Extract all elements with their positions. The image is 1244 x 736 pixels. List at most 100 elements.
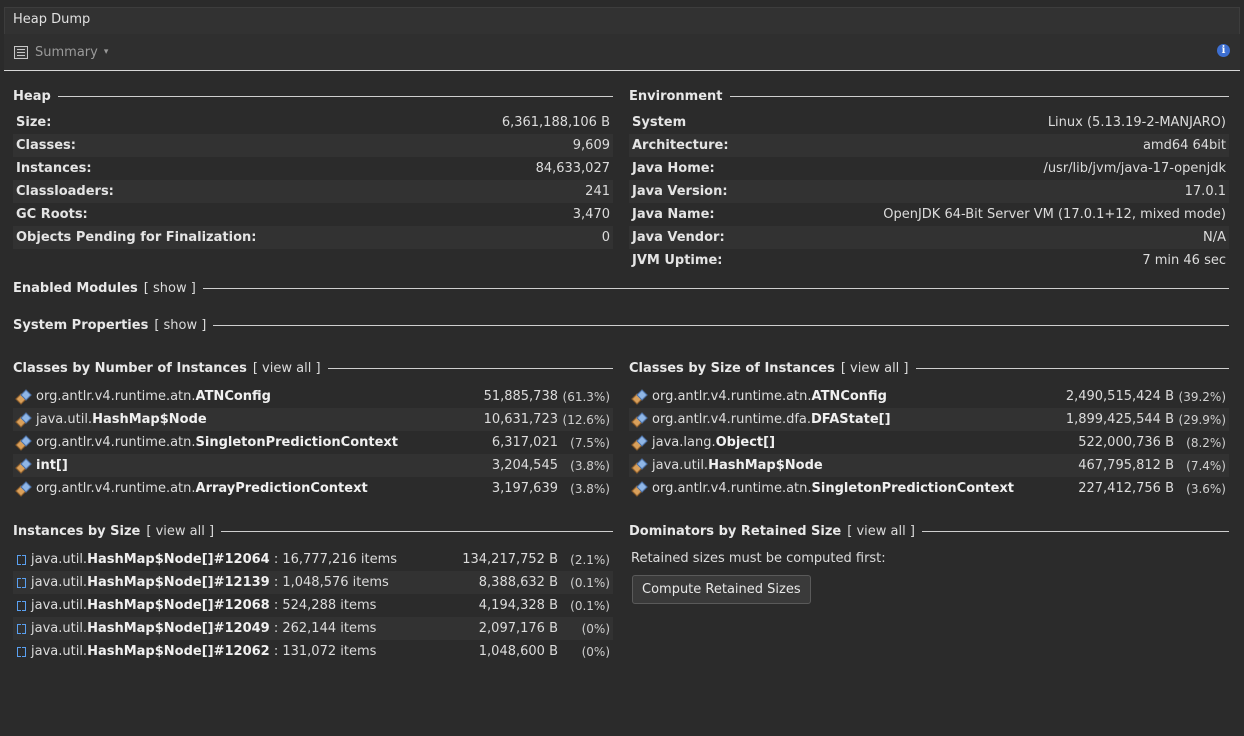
kv-key: Java Home: [632, 161, 715, 176]
class-name[interactable]: org.antlr.v4.runtime.dfa.DFAState[] [652, 412, 891, 427]
kv-row: Architecture: amd64 64bit [629, 134, 1229, 157]
instance-percent: (2.1%) [570, 552, 610, 567]
instance-percent: (0.1%) [570, 575, 610, 590]
kv-row: Java Name: OpenJDK 64-Bit Server VM (17.0… [629, 203, 1229, 226]
class-row[interactable]: int[] 3,204,545 (3.8%) [13, 454, 613, 477]
class-row[interactable]: java.util.HashMap$Node 467,795,812 B (7.4%… [629, 454, 1229, 477]
instance-package: java.util. [31, 575, 88, 590]
classes-by-size-table: org.antlr.v4.runtime.atn.ATNConfig 2,490,… [629, 385, 1229, 500]
class-count: 51,885,738 [483, 389, 558, 404]
instance-row[interactable]: java.util.HashMap$Node[]#12064 : 16,777,… [13, 548, 613, 571]
view-selector-label: Summary [35, 44, 98, 60]
modules-section-header: Enabled Modules [ show ] [13, 278, 1229, 298]
instance-items: : 1,048,576 items [269, 575, 389, 590]
instance-items: : 524,288 items [269, 598, 377, 613]
instance-name[interactable]: java.util.HashMap$Node[]#12139 : 1,048,5… [31, 575, 389, 590]
instances-by-size-title: Instances by Size [13, 523, 141, 539]
instance-row[interactable]: java.util.HashMap$Node[]#12139 : 1,048,5… [13, 571, 613, 594]
class-name[interactable]: int[] [36, 458, 68, 473]
class-size: 522,000,736 B [1078, 435, 1174, 450]
class-row[interactable]: java.lang.Object[] 522,000,736 B (8.2%) [629, 431, 1229, 454]
view-all-link-wrap: [ view all ] [146, 523, 215, 539]
class-icon [15, 388, 32, 405]
class-size: 2,490,515,424 B [1065, 389, 1174, 404]
retained-sizes-message: Retained sizes must be computed first: [631, 551, 886, 566]
class-simple-name: int[] [36, 458, 68, 473]
classes-by-size-view-all-link[interactable]: view all [850, 361, 899, 376]
instance-size: 134,217,752 B [462, 552, 558, 567]
class-percent: (29.9%) [1178, 412, 1226, 427]
instance-row[interactable]: java.util.HashMap$Node[]#12068 : 524,288… [13, 594, 613, 617]
instance-items: : 131,072 items [269, 644, 377, 659]
class-row[interactable]: org.antlr.v4.runtime.dfa.DFAState[] 1,899… [629, 408, 1229, 431]
class-name[interactable]: org.antlr.v4.runtime.atn.ATNConfig [652, 389, 887, 404]
class-percent: (61.3%) [562, 389, 610, 404]
instances-by-size-table: java.util.HashMap$Node[]#12064 : 16,777,… [13, 548, 613, 663]
class-row[interactable]: org.antlr.v4.runtime.atn.ATNConfig 51,885… [13, 385, 613, 408]
instance-size: 1,048,600 B [478, 644, 558, 659]
kv-row: Size: 6,361,188,106 B [13, 111, 613, 134]
modules-title: Enabled Modules [13, 280, 138, 296]
instance-name[interactable]: java.util.HashMap$Node[]#12062 : 131,072… [31, 644, 376, 659]
kv-key: Instances: [16, 161, 92, 176]
classes-by-size-header: Classes by Size of Instances [ view all … [629, 358, 1229, 378]
class-name[interactable]: org.antlr.v4.runtime.atn.ATNConfig [36, 389, 271, 404]
kv-value: 3,470 [572, 207, 610, 222]
class-row[interactable]: org.antlr.v4.runtime.atn.SingletonPredic… [629, 477, 1229, 500]
class-row[interactable]: org.antlr.v4.runtime.atn.ArrayPrediction… [13, 477, 613, 500]
info-icon[interactable]: i [1217, 44, 1230, 57]
class-icon [631, 480, 648, 497]
class-name[interactable]: org.antlr.v4.runtime.atn.SingletonPredic… [36, 435, 398, 450]
instance-id: HashMap$Node[]#12064 [87, 552, 270, 567]
class-name[interactable]: java.lang.Object[] [652, 435, 775, 450]
environment-table: System Linux (5.13.19-2-MANJARO) Architect… [629, 111, 1229, 272]
class-count: 3,197,639 [491, 481, 558, 496]
section-divider [202, 287, 1229, 289]
instance-row[interactable]: java.util.HashMap$Node[]#12049 : 262,144… [13, 617, 613, 640]
class-name[interactable]: java.util.HashMap$Node [36, 412, 207, 427]
kv-key: Java Vendor: [632, 230, 725, 245]
section-divider [57, 95, 613, 97]
class-row[interactable]: org.antlr.v4.runtime.atn.ATNConfig 2,490,… [629, 385, 1229, 408]
instance-row[interactable]: java.util.HashMap$Node[]#12062 : 131,072… [13, 640, 613, 663]
dominators-title: Dominators by Retained Size [629, 523, 842, 539]
kv-row: Instances: 84,633,027 [13, 157, 613, 180]
kv-row: Java Version: 17.0.1 [629, 180, 1229, 203]
class-percent: (3.8%) [570, 458, 610, 473]
classes-by-count-header: Classes by Number of Instances [ view al… [13, 358, 613, 378]
instance-size: 8,388,632 B [478, 575, 558, 590]
kv-value: N/A [1203, 230, 1226, 245]
class-percent: (39.2%) [1178, 389, 1226, 404]
classes-by-count-view-all-link[interactable]: view all [262, 361, 311, 376]
class-row[interactable]: java.util.HashMap$Node 10,631,723 (12.6%) [13, 408, 613, 431]
class-name[interactable]: java.util.HashMap$Node [652, 458, 823, 473]
compute-retained-sizes-button[interactable]: Compute Retained Sizes [632, 575, 811, 604]
sysprops-show-link[interactable]: show [164, 318, 198, 333]
class-package: org.antlr.v4.runtime.atn. [36, 435, 196, 450]
instance-id: HashMap$Node[]#12068 [87, 598, 270, 613]
kv-row: JVM Uptime: 7 min 46 sec [629, 249, 1229, 272]
kv-key: Architecture: [632, 138, 729, 153]
instance-name[interactable]: java.util.HashMap$Node[]#12068 : 524,288… [31, 598, 376, 613]
kv-key: Classloaders: [16, 184, 114, 199]
instance-name[interactable]: java.util.HashMap$Node[]#12049 : 262,144… [31, 621, 376, 636]
heap-title: Heap [13, 88, 51, 104]
view-toolbar: Summary ▾ i [4, 34, 1240, 71]
class-name[interactable]: org.antlr.v4.runtime.atn.ArrayPrediction… [36, 481, 368, 496]
class-row[interactable]: org.antlr.v4.runtime.atn.SingletonPredic… [13, 431, 613, 454]
instances-view-all-link[interactable]: view all [156, 524, 205, 539]
class-simple-name: ArrayPredictionContext [195, 481, 368, 496]
modules-show-link[interactable]: show [153, 281, 187, 296]
class-percent: (3.6%) [1186, 481, 1226, 496]
kv-value: amd64 64bit [1142, 138, 1226, 153]
instance-name[interactable]: java.util.HashMap$Node[]#12064 : 16,777,… [31, 552, 397, 567]
kv-value: 17.0.1 [1184, 184, 1226, 199]
instance-package: java.util. [31, 598, 88, 613]
class-simple-name: SingletonPredictionContext [195, 435, 399, 450]
class-icon [15, 434, 32, 451]
class-icon [631, 434, 648, 451]
class-name[interactable]: org.antlr.v4.runtime.atn.SingletonPredic… [652, 481, 1014, 496]
window-tab[interactable]: Heap Dump [4, 7, 1240, 34]
view-selector-dropdown[interactable]: Summary ▾ [14, 42, 108, 62]
dominators-view-all-link[interactable]: view all [856, 524, 905, 539]
